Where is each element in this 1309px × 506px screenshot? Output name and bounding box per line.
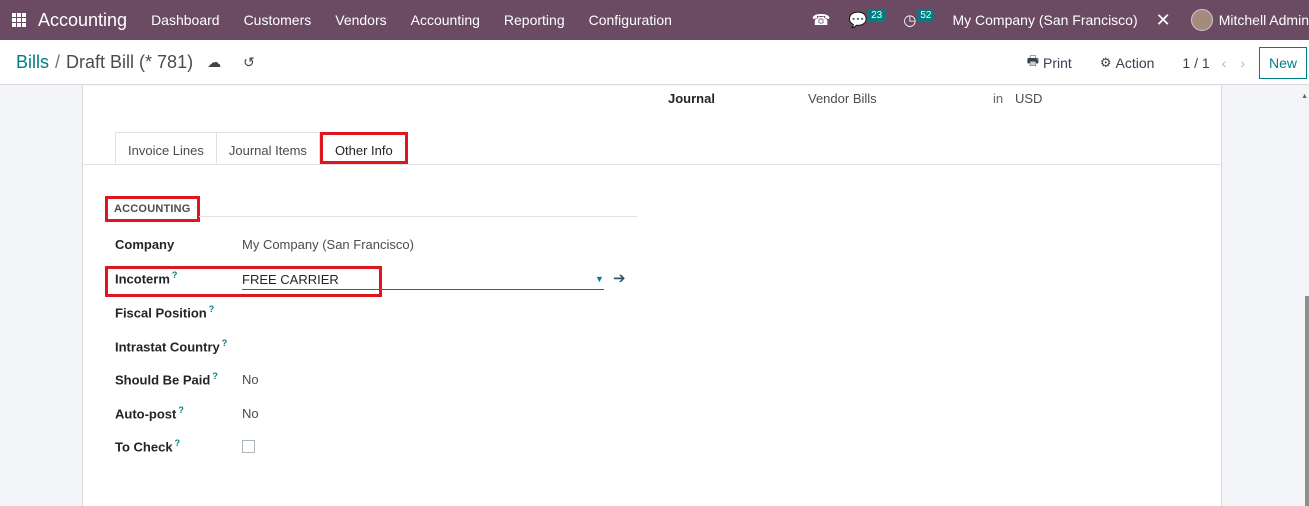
dropdown-caret-icon[interactable]: ▼ xyxy=(595,274,604,284)
intrastat-country-label: Intrastat Country? xyxy=(115,338,242,354)
gear-icon: ⚙ xyxy=(1099,54,1112,70)
should-be-paid-label-text: Should Be Paid xyxy=(115,372,211,388)
clock-icon: ◷ xyxy=(903,12,917,29)
breadcrumb-bills[interactable]: Bills xyxy=(16,52,49,73)
intrastat-country-label-text: Intrastat Country xyxy=(115,339,220,355)
menu-configuration[interactable]: Configuration xyxy=(589,12,672,28)
menu-accounting[interactable]: Accounting xyxy=(411,12,480,28)
notebook-tabs: Invoice Lines Journal Items Other Info xyxy=(115,132,408,164)
incoterm-label: Incoterm? xyxy=(115,270,242,286)
tab-other-info[interactable]: Other Info xyxy=(319,132,408,164)
help-icon[interactable]: ? xyxy=(212,371,218,381)
printer-icon: 🖶 xyxy=(1026,52,1040,68)
chat-icon: 💬 xyxy=(848,12,868,29)
apps-grid-icon[interactable] xyxy=(12,13,26,27)
auto-post-row: Auto-post? No xyxy=(115,405,259,421)
incoterm-input[interactable] xyxy=(242,270,604,290)
company-field[interactable]: My Company (San Francisco) xyxy=(242,237,414,252)
messages-count-badge: 23 xyxy=(868,8,886,22)
pager-value[interactable]: 1 / 1 xyxy=(1182,55,1209,71)
help-icon[interactable]: ? xyxy=(222,338,228,348)
avatar[interactable] xyxy=(1190,9,1213,31)
accounting-section-title: ACCOUNTING xyxy=(105,196,200,222)
activities-button[interactable]: ◷ 52 xyxy=(903,8,935,29)
fiscal-position-row: Fiscal Position? xyxy=(115,304,242,320)
should-be-paid-field[interactable]: No xyxy=(242,372,259,387)
to-check-checkbox[interactable] xyxy=(242,439,255,453)
to-check-label: To Check? xyxy=(115,438,242,454)
to-check-label-text: To Check xyxy=(115,439,173,455)
top-navbar: Accounting Dashboard Customers Vendors A… xyxy=(0,0,1309,40)
company-label: Company xyxy=(115,237,175,252)
pager-previous-icon[interactable]: ‹ xyxy=(1222,55,1227,71)
control-panel: Bills / Draft Bill (* 781) ☁ ↺ 🖶 Print ⚙… xyxy=(0,40,1309,85)
journal-in-label: in xyxy=(993,91,1004,106)
currency-field[interactable]: USD xyxy=(1015,91,1042,106)
breadcrumb-separator: / xyxy=(55,51,61,72)
fiscal-position-label-text: Fiscal Position xyxy=(115,305,207,321)
print-button[interactable]: 🖶 Print xyxy=(1027,52,1072,74)
menu-dashboard[interactable]: Dashboard xyxy=(151,12,220,28)
messages-button[interactable]: 💬 23 xyxy=(848,8,886,29)
breadcrumb-current: Draft Bill (* 781) xyxy=(66,51,194,72)
form-sheet: Journal Vendor Bills in USD Invoice Line… xyxy=(82,86,1222,506)
breadcrumb: Bills / Draft Bill (* 781) ☁ ↺ xyxy=(16,52,255,73)
pager-next-icon[interactable]: › xyxy=(1240,55,1245,71)
tools-icon[interactable]: ✕ xyxy=(1156,10,1171,31)
phone-icon[interactable]: ☎ xyxy=(812,11,831,29)
internal-link-arrow-icon[interactable]: ➔ xyxy=(613,269,626,287)
control-panel-actions: 🖶 Print ⚙ Action 1 / 1 ‹ › New xyxy=(1027,40,1309,85)
discard-icon[interactable]: ↺ xyxy=(243,54,255,71)
company-row: Company My Company (San Francisco) xyxy=(115,237,414,252)
activities-count-badge: 52 xyxy=(917,8,935,22)
incoterm-row: Incoterm? xyxy=(115,270,242,286)
menu-customers[interactable]: Customers xyxy=(244,12,312,28)
menu-reporting[interactable]: Reporting xyxy=(504,12,565,28)
help-icon[interactable]: ? xyxy=(172,270,178,280)
scroll-up-arrow-icon[interactable]: ▲ xyxy=(1301,93,1308,100)
tabs-divider xyxy=(83,164,1221,165)
tab-invoice-lines[interactable]: Invoice Lines xyxy=(115,132,217,164)
company-switcher[interactable]: My Company (San Francisco) xyxy=(952,12,1137,28)
auto-post-label-text: Auto-post xyxy=(115,406,177,422)
incoterm-label-text: Incoterm xyxy=(115,271,170,287)
app-name[interactable]: Accounting xyxy=(38,10,127,31)
scrollbar-thumb[interactable] xyxy=(1305,296,1309,506)
action-button[interactable]: ⚙ Action xyxy=(1100,55,1155,71)
navbar-systray: ☎ 💬 23 ◷ 52 My Company (San Francisco) ✕… xyxy=(812,0,1309,40)
to-check-row: To Check? xyxy=(115,438,255,454)
should-be-paid-row: Should Be Paid? No xyxy=(115,371,259,387)
print-label: Print xyxy=(1043,54,1072,71)
journal-label: Journal xyxy=(668,91,715,106)
save-cloud-icon[interactable]: ☁ xyxy=(207,54,221,71)
help-icon[interactable]: ? xyxy=(175,438,181,448)
tab-journal-items[interactable]: Journal Items xyxy=(216,132,320,164)
fiscal-position-label: Fiscal Position? xyxy=(115,304,242,320)
auto-post-label: Auto-post? xyxy=(115,405,242,421)
help-icon[interactable]: ? xyxy=(178,405,184,415)
user-menu[interactable]: Mitchell Admin xyxy=(1219,12,1309,28)
should-be-paid-label: Should Be Paid? xyxy=(115,371,242,387)
help-icon[interactable]: ? xyxy=(209,304,215,314)
section-divider xyxy=(199,216,637,217)
action-label: Action xyxy=(1115,54,1155,71)
new-button[interactable]: New xyxy=(1259,46,1307,79)
journal-field[interactable]: Vendor Bills xyxy=(808,91,877,106)
intrastat-country-row: Intrastat Country? xyxy=(115,338,242,354)
menu-vendors[interactable]: Vendors xyxy=(335,12,386,28)
auto-post-field[interactable]: No xyxy=(242,406,259,421)
